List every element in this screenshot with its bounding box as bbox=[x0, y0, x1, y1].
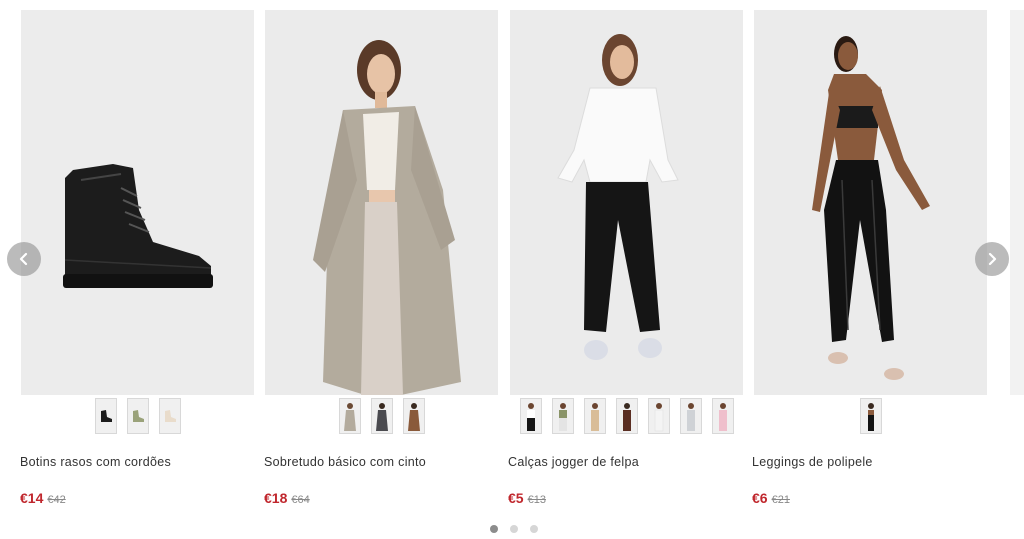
carousel-pagination bbox=[0, 525, 1024, 533]
old-price: €42 bbox=[47, 494, 66, 506]
swatch-pink[interactable] bbox=[711, 398, 734, 434]
product-name[interactable]: Sobretudo básico com cinto bbox=[264, 455, 426, 469]
product-name[interactable]: Calças jogger de felpa bbox=[508, 455, 639, 469]
swatch-white[interactable] bbox=[647, 398, 670, 434]
pagination-dot[interactable] bbox=[530, 525, 538, 533]
price-row: €14 €42 bbox=[20, 490, 66, 506]
current-price: €6 bbox=[752, 490, 768, 506]
current-price: €5 bbox=[508, 490, 524, 506]
coat-model-image bbox=[265, 10, 498, 395]
old-price: €64 bbox=[291, 494, 310, 506]
carousel-prev-button[interactable] bbox=[7, 242, 41, 276]
carousel-next-button[interactable] bbox=[975, 242, 1009, 276]
product-card[interactable] bbox=[21, 10, 254, 395]
price-row: €5 €13 bbox=[508, 490, 546, 506]
chevron-right-icon bbox=[988, 252, 997, 266]
swatch-dark-grey[interactable] bbox=[370, 398, 393, 434]
old-price: €21 bbox=[771, 494, 790, 506]
color-swatches bbox=[510, 398, 743, 434]
product-image[interactable] bbox=[754, 10, 987, 395]
product-image[interactable] bbox=[21, 10, 254, 395]
color-swatches bbox=[265, 398, 498, 434]
swatch-beige[interactable] bbox=[583, 398, 606, 434]
swatch-brown[interactable] bbox=[615, 398, 638, 434]
product-card[interactable] bbox=[754, 10, 987, 395]
pagination-dot[interactable] bbox=[490, 525, 498, 533]
current-price: €14 bbox=[20, 490, 44, 506]
price-row: €6 €21 bbox=[752, 490, 790, 506]
next-card-peek bbox=[1010, 10, 1024, 395]
old-price: €13 bbox=[527, 494, 546, 506]
product-image[interactable] bbox=[510, 10, 743, 395]
color-swatches bbox=[21, 398, 254, 434]
boot-image bbox=[21, 10, 254, 395]
swatch-grey[interactable] bbox=[338, 398, 361, 434]
swatch-light-grey[interactable] bbox=[679, 398, 702, 434]
current-price: €18 bbox=[264, 490, 288, 506]
leggings-model-image bbox=[754, 10, 987, 395]
jogger-model-image bbox=[510, 10, 743, 395]
product-card[interactable] bbox=[265, 10, 498, 395]
swatch-black[interactable] bbox=[859, 398, 882, 434]
chevron-left-icon bbox=[19, 252, 28, 266]
product-name[interactable]: Botins rasos com cordões bbox=[20, 455, 171, 469]
swatch-camel[interactable] bbox=[402, 398, 425, 434]
pagination-dot[interactable] bbox=[510, 525, 518, 533]
product-carousel: Botins rasos com cordões €14 €42 Sobretu… bbox=[0, 0, 1024, 539]
swatch-khaki[interactable] bbox=[126, 398, 149, 434]
swatch-cream[interactable] bbox=[158, 398, 181, 434]
product-image[interactable] bbox=[265, 10, 498, 395]
color-swatches bbox=[754, 398, 987, 434]
swatch-black[interactable] bbox=[94, 398, 117, 434]
product-card[interactable] bbox=[510, 10, 743, 395]
product-name[interactable]: Leggings de polipele bbox=[752, 455, 873, 469]
swatch-khaki[interactable] bbox=[551, 398, 574, 434]
price-row: €18 €64 bbox=[264, 490, 310, 506]
swatch-black[interactable] bbox=[519, 398, 542, 434]
